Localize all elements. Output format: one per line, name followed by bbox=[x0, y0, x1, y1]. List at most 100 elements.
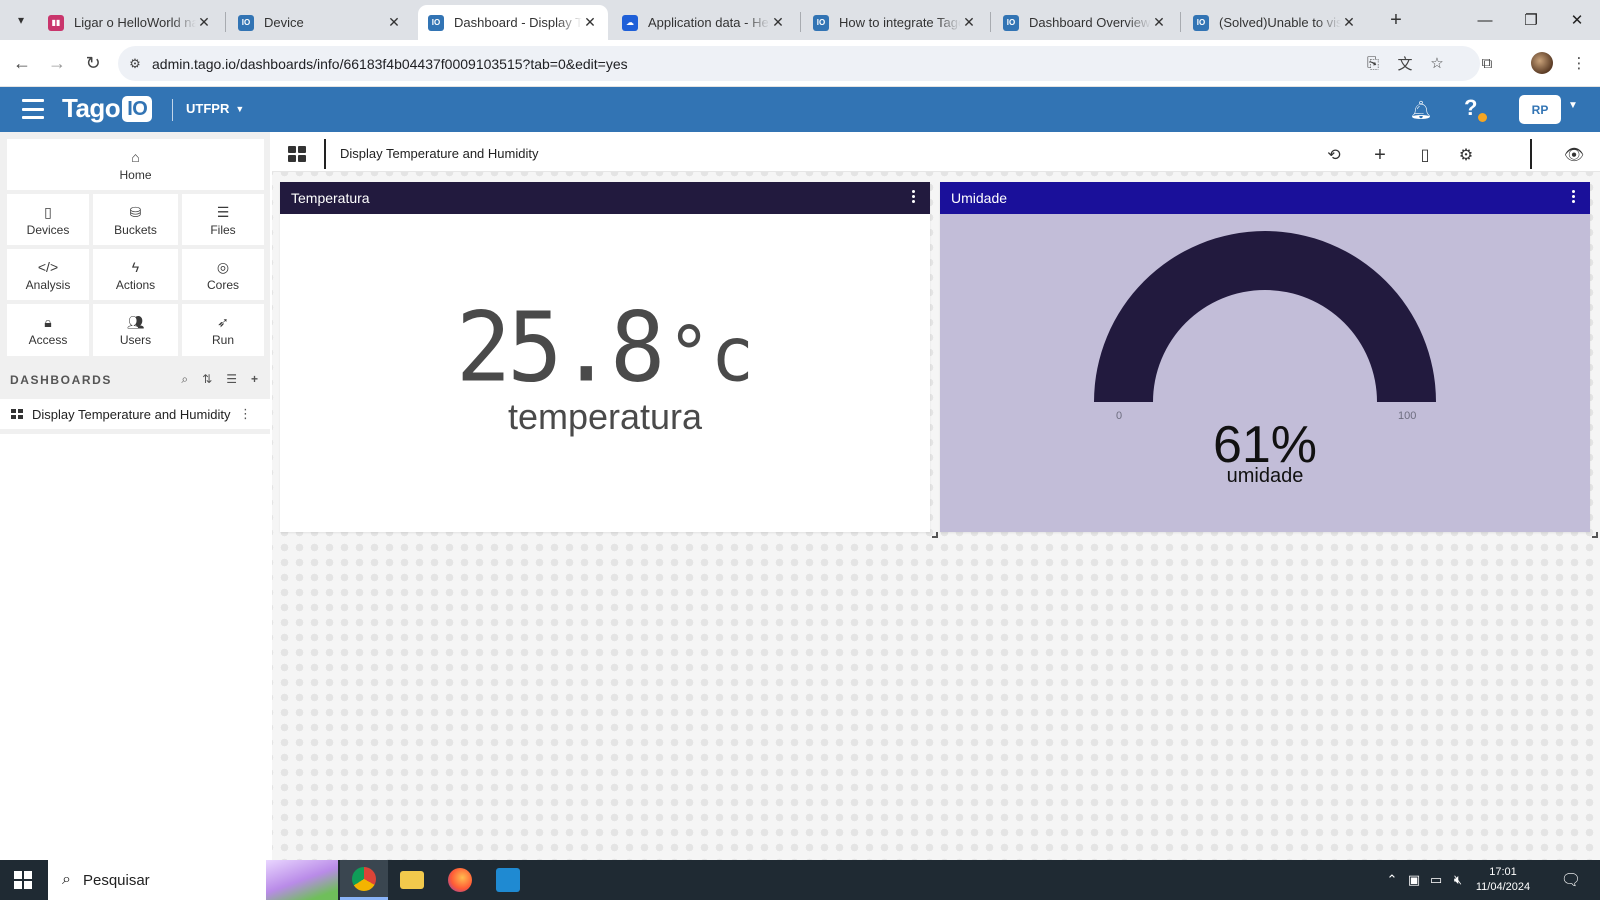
mobile-view-icon[interactable]: ▯ bbox=[1413, 143, 1437, 167]
firefox-taskbar-icon[interactable] bbox=[436, 860, 484, 900]
sidebar-item-access[interactable]: 🔒︎ Access bbox=[7, 304, 89, 356]
dashboard-toolbar: Display Temperature and Humidity ⟲ + ▯ ⚙… bbox=[272, 137, 1600, 172]
bookmark-star-icon[interactable]: ☆ bbox=[1424, 50, 1450, 76]
sidebar-item-files[interactable]: ☰ Files bbox=[182, 194, 264, 245]
widget-menu-icon[interactable] bbox=[912, 190, 916, 203]
help-icon[interactable]: ? bbox=[1464, 95, 1487, 122]
vscode-taskbar-icon[interactable] bbox=[484, 860, 532, 900]
resize-handle-icon[interactable] bbox=[932, 532, 938, 538]
browser-tab[interactable]: ☁ Application data - HelloWorld ✕ bbox=[612, 5, 796, 40]
widget-menu-icon[interactable] bbox=[1572, 190, 1576, 203]
sidebar-item-devices[interactable]: ▯ Devices bbox=[7, 194, 89, 245]
install-app-icon[interactable]: ⎘ bbox=[1360, 50, 1386, 76]
dashboard-list-item[interactable]: Display Temperature and Humidity ⋮ bbox=[0, 399, 270, 429]
search-icon: ⌕ bbox=[62, 871, 71, 888]
gauge-fill bbox=[1094, 231, 1436, 402]
search-icon[interactable]: ⌕ bbox=[181, 372, 188, 387]
volume-muted-icon[interactable]: 🔇︎ bbox=[1448, 860, 1468, 900]
browser-tab-active[interactable]: IO Dashboard - Display Temperature ✕ bbox=[418, 5, 608, 40]
network-icon[interactable]: ▭ bbox=[1426, 860, 1446, 900]
humidity-widget: Umidade 0 100 61% umidade bbox=[940, 182, 1590, 532]
chrome-taskbar-icon[interactable] bbox=[340, 860, 388, 900]
dashboard-grid-icon[interactable] bbox=[288, 146, 306, 162]
site-info-icon[interactable]: ⚙ bbox=[118, 56, 152, 72]
tab-close-icon[interactable]: ✕ bbox=[386, 14, 402, 31]
tab-close-icon[interactable]: ✕ bbox=[582, 14, 598, 31]
sidebar-item-actions[interactable]: ϟ Actions bbox=[93, 249, 178, 300]
rocket-icon: ➶ bbox=[217, 314, 229, 330]
taskbar-clock[interactable]: 17:01 11/04/2024 bbox=[1468, 865, 1538, 895]
temperature-label: temperatura bbox=[507, 396, 703, 437]
hamburger-menu-icon[interactable] bbox=[22, 99, 44, 119]
bucket-icon: ⛁ bbox=[129, 203, 142, 220]
sidebar: ⌂ Home ▯ Devices ⛁ Buckets ☰ Files </> A… bbox=[0, 132, 270, 860]
tagoio-icon: IO bbox=[1003, 14, 1019, 31]
tab-search-chevron-icon[interactable]: ▾ bbox=[8, 8, 34, 32]
app-header: Tago IO UTFPR ▼ 🔔︎ ? RP ▼ bbox=[0, 87, 1600, 132]
new-tab-button[interactable]: + bbox=[1384, 8, 1408, 32]
settings-gear-icon[interactable]: ⚙ bbox=[1454, 143, 1478, 167]
restore-button[interactable]: ❐ bbox=[1508, 0, 1554, 40]
tagoio-icon: IO bbox=[238, 14, 254, 31]
tab-close-icon[interactable]: ✕ bbox=[196, 14, 212, 31]
tagoio-icon: IO bbox=[1193, 14, 1209, 31]
caret-down-icon[interactable]: ▼ bbox=[1568, 100, 1578, 111]
browser-tab[interactable]: IO (Solved)Unable to visualize ✕ bbox=[1183, 5, 1367, 40]
translate-icon[interactable]: 文 bbox=[1392, 50, 1418, 76]
sidebar-item-run[interactable]: ➶ Run bbox=[182, 304, 264, 356]
tab-close-icon[interactable]: ✕ bbox=[1151, 14, 1167, 31]
tagoio-icon: IO bbox=[428, 14, 444, 31]
lightning-icon: ϟ bbox=[131, 258, 140, 275]
resize-handle-icon[interactable] bbox=[1592, 532, 1598, 538]
url-input[interactable]: ⚙ admin.tago.io/dashboards/info/66183f4b… bbox=[118, 46, 1480, 81]
close-window-button[interactable]: ✕ bbox=[1554, 0, 1600, 40]
windows-taskbar: ⌕ Pesquisar ⌃ ▣ ▭ 🔇︎ 17:01 11/04/2024 🗨︎ bbox=[0, 860, 1600, 900]
browser-tab[interactable]: IO Device ✕ bbox=[228, 5, 412, 40]
tab-close-icon[interactable]: ✕ bbox=[1341, 14, 1357, 31]
user-avatar-button[interactable]: RP bbox=[1519, 95, 1561, 124]
search-highlight-image bbox=[266, 860, 338, 900]
back-button[interactable]: ← bbox=[8, 49, 36, 77]
lock-icon: 🔒︎ bbox=[44, 314, 52, 330]
tagoio-logo[interactable]: Tago IO bbox=[62, 93, 153, 124]
forward-button[interactable]: → bbox=[43, 49, 71, 77]
windows-start-icon[interactable] bbox=[14, 871, 32, 889]
notifications-icon[interactable]: 🗨︎ bbox=[1556, 860, 1586, 900]
browser-tab[interactable]: IO How to integrate TagoIO ✕ bbox=[803, 5, 987, 40]
caret-down-icon: ▼ bbox=[235, 103, 245, 114]
tab-close-icon[interactable]: ✕ bbox=[770, 14, 786, 31]
dashboard-grid-icon bbox=[11, 409, 23, 419]
sidebar-item-buckets[interactable]: ⛁ Buckets bbox=[93, 194, 178, 245]
sort-icon[interactable]: ⇅ bbox=[202, 372, 212, 387]
extensions-icon[interactable]: ⧉ bbox=[1474, 50, 1500, 76]
humidity-gauge bbox=[1094, 231, 1436, 402]
reload-button[interactable]: ↻ bbox=[79, 49, 107, 77]
preview-eye-icon[interactable]: 👁︎ bbox=[1562, 143, 1586, 167]
browser-tab[interactable]: IO Dashboard Overview ✕ bbox=[993, 5, 1177, 40]
more-options-icon[interactable]: ⋮ bbox=[239, 406, 252, 422]
tab-close-icon[interactable]: ✕ bbox=[961, 14, 977, 31]
list-view-icon[interactable]: ☰ bbox=[226, 372, 237, 387]
account-selector[interactable]: UTFPR ▼ bbox=[186, 101, 244, 116]
palette-icon: ◎ bbox=[216, 258, 230, 275]
users-icon: 👥︎ bbox=[126, 314, 145, 330]
temperature-widget: Temperatura 25.8°c temperatura bbox=[280, 182, 930, 532]
sidebar-item-cores[interactable]: ◎ Cores bbox=[182, 249, 264, 300]
browser-tab[interactable]: ▮▮ Ligar o HelloWorld na TagoIO ✕ bbox=[38, 5, 222, 40]
file-explorer-taskbar-icon[interactable] bbox=[388, 860, 436, 900]
history-icon[interactable]: ⟲ bbox=[1322, 143, 1346, 167]
sidebar-item-home[interactable]: ⌂ Home bbox=[7, 139, 264, 190]
onedrive-icon[interactable]: ▣ bbox=[1404, 860, 1424, 900]
add-widget-icon[interactable]: + bbox=[1368, 143, 1392, 167]
sidebar-item-analysis[interactable]: </> Analysis bbox=[7, 249, 89, 300]
add-dashboard-icon[interactable]: + bbox=[251, 372, 258, 387]
taskbar-search-input[interactable]: ⌕ Pesquisar bbox=[48, 860, 338, 900]
browser-menu-icon[interactable]: ⋮ bbox=[1566, 50, 1592, 76]
profile-avatar[interactable] bbox=[1531, 52, 1553, 74]
show-hidden-icons-icon[interactable]: ⌃ bbox=[1382, 860, 1402, 900]
bell-icon[interactable]: 🔔︎ bbox=[1408, 97, 1434, 123]
address-bar-row: ← → ↻ ⚙ admin.tago.io/dashboards/info/66… bbox=[0, 40, 1600, 87]
minimize-button[interactable]: — bbox=[1462, 0, 1508, 40]
home-icon: ⌂ bbox=[131, 148, 140, 165]
sidebar-item-users[interactable]: 👥︎ Users bbox=[93, 304, 178, 356]
